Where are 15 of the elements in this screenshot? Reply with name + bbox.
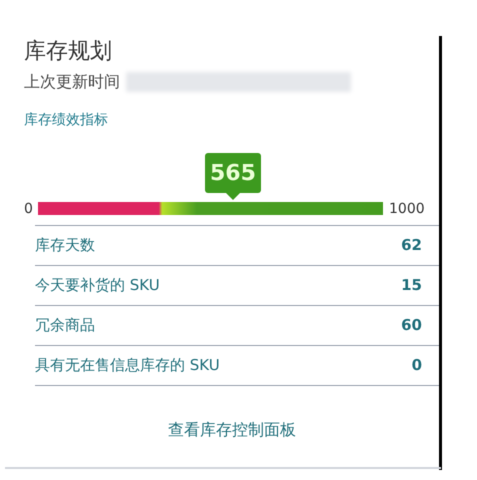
- metric-label: 库存天数: [35, 235, 95, 256]
- min-label: 0: [24, 200, 34, 219]
- max-label: 1000: [389, 200, 425, 219]
- metric-value: 0: [412, 355, 422, 376]
- last-updated-label: 上次更新时间: [24, 71, 120, 93]
- dashboard-link[interactable]: 查看库存控制面板: [168, 418, 296, 442]
- metric-value: 62: [401, 235, 422, 256]
- metric-label: 具有无在售信息库存的 SKU: [35, 355, 220, 376]
- metric-label: 今天要补货的 SKU: [35, 275, 160, 296]
- card-title: 库存规划: [24, 38, 113, 66]
- metrics-link[interactable]: 库存绩效指标: [24, 110, 108, 131]
- value-badge: 565: [204, 153, 261, 193]
- metric-value: 15: [401, 275, 422, 296]
- metric-value: 60: [401, 315, 422, 336]
- metric-label: 冗余商品: [35, 315, 95, 336]
